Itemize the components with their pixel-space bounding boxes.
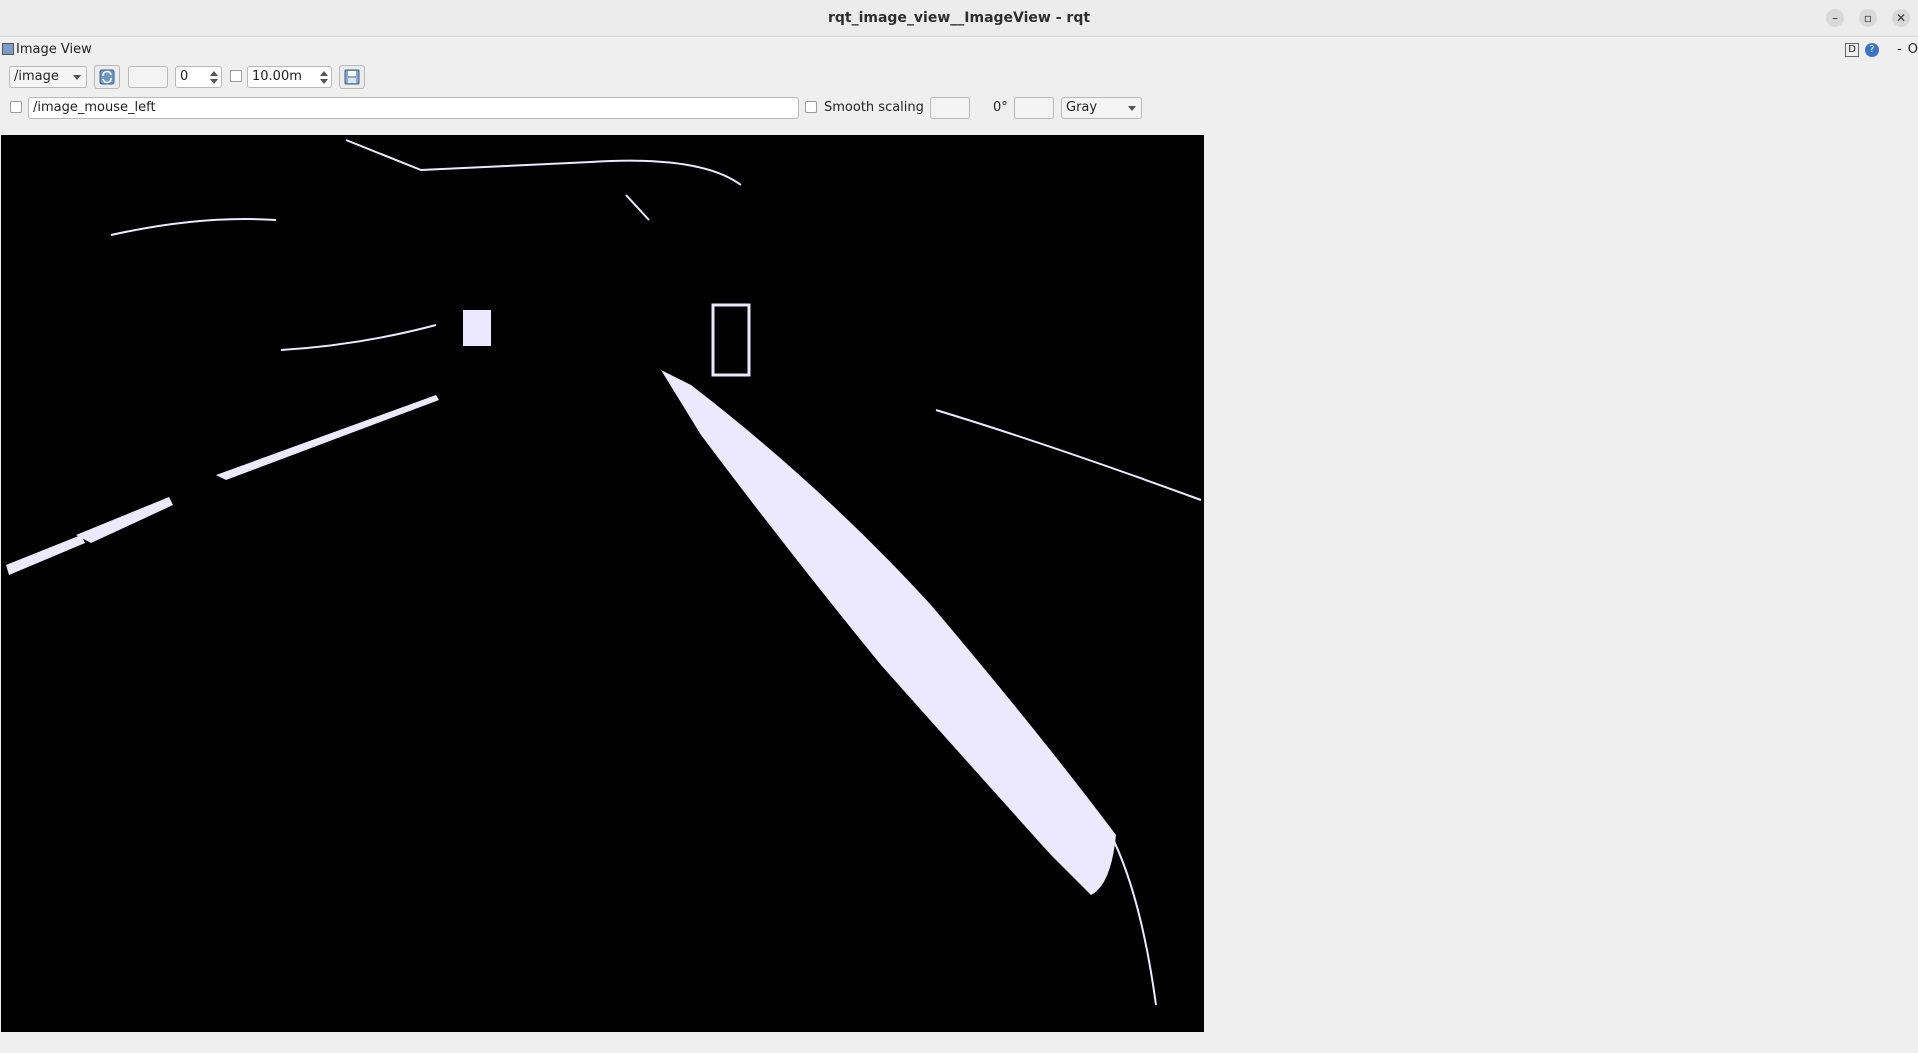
smooth-scaling-checkbox[interactable] [805,101,817,113]
maximize-icon[interactable]: ▫ [1859,9,1877,27]
range-value: 10.00m [252,69,302,84]
mouse-topic-value: /image_mouse_left [33,100,156,115]
close-icon[interactable]: ✕ [1892,9,1910,27]
topic-select[interactable]: /image [9,66,87,88]
window-title: rqt_image_view__ImageView - rqt [827,10,1091,26]
camera-image [1,135,1204,1032]
mouse-topic-input[interactable]: /image_mouse_left [28,97,799,119]
sign-left [463,310,491,346]
range-spin-arrows[interactable] [319,68,329,86]
rotation-label: 0° [993,100,1008,115]
refresh-icon [99,69,115,85]
color-scheme-value: Gray [1066,100,1098,115]
smooth-scaling-label: Smooth scaling [824,100,924,115]
mouse-publish-checkbox[interactable] [10,101,22,113]
dock-controls: D ? - O [1845,42,1918,57]
help-icon[interactable]: ? [1865,42,1880,57]
range-checkbox[interactable] [230,70,242,82]
image-view-icon [2,43,14,55]
dock-title: Image View [16,42,92,57]
spin-input[interactable]: 0 [175,66,222,88]
spin-value: 0 [180,69,189,84]
empty-field-2[interactable] [930,97,970,119]
spin-arrows[interactable] [209,68,219,86]
topic-select-value: /image [14,69,59,84]
dock-close-button[interactable]: O [1908,42,1918,57]
empty-field-3[interactable] [1014,97,1054,119]
chevron-down-icon [73,75,81,80]
dock-titlebar: Image View D ? - O [0,40,1918,62]
save-button[interactable] [339,65,365,89]
window-titlebar: rqt_image_view__ImageView - rqt – ▫ ✕ [0,0,1918,37]
chevron-down-icon [1128,106,1136,111]
dock-dash-button[interactable]: - [1897,42,1902,57]
image-display[interactable] [1,135,1204,1032]
refresh-button[interactable] [94,65,120,89]
toolbar-row-2: /image_mouse_left Smooth scaling 0° Gray [0,95,1918,121]
minimize-icon[interactable]: – [1826,9,1844,27]
range-input[interactable]: 10.00m [247,66,332,88]
toolbar-row-1: /image 0 10.00m [0,65,1918,91]
empty-field-1[interactable] [128,66,168,88]
save-icon [344,69,360,85]
dock-d-button[interactable]: D [1845,42,1860,57]
color-scheme-select[interactable]: Gray [1061,97,1142,119]
